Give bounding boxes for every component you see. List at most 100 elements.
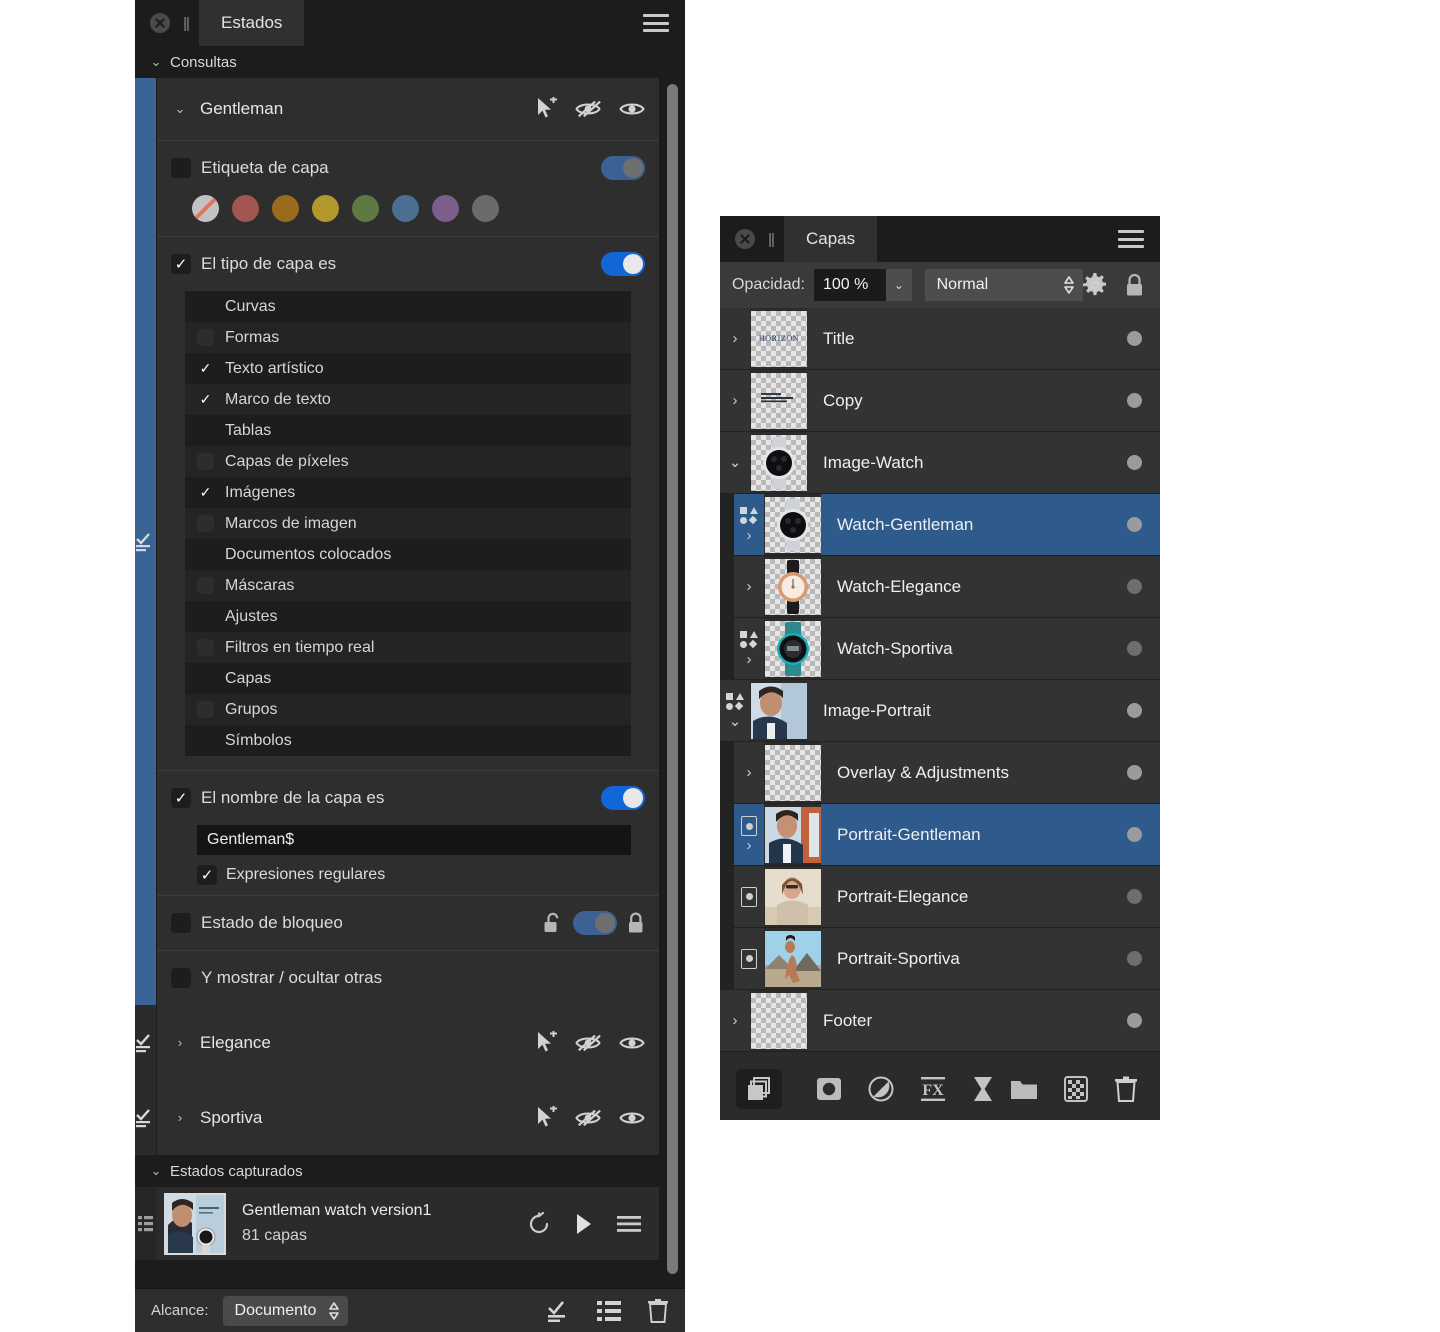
layer-visibility-toggle[interactable]	[1127, 951, 1142, 966]
layer-type-item-checkbox[interactable]	[197, 577, 214, 594]
apply-query-icon[interactable]	[547, 1300, 571, 1322]
drag-grip-icon[interactable]: ||	[179, 15, 193, 32]
swatch-orange[interactable]	[272, 195, 299, 222]
layer-type-item-checkbox[interactable]	[197, 360, 214, 377]
lock-icon[interactable]	[627, 912, 645, 934]
blend-mode-dropdown[interactable]: Normal	[924, 269, 1083, 301]
layer-type-item[interactable]: Marco de texto	[185, 384, 631, 415]
layer-row[interactable]: Portrait-Elegance	[720, 866, 1160, 928]
layer-visibility-toggle[interactable]	[1127, 765, 1142, 780]
chevron-down-icon[interactable]: ⌄	[886, 269, 912, 301]
layer-row[interactable]: ⌄ Image-Portrait	[720, 680, 1160, 742]
layer-type-item-checkbox[interactable]	[197, 515, 214, 532]
layer-visibility-toggle[interactable]	[1127, 455, 1142, 470]
layer-gutter[interactable]: ›	[734, 742, 764, 803]
layers-stack-icon[interactable]	[736, 1069, 782, 1109]
chevron-right-icon[interactable]: ›	[747, 528, 752, 543]
layer-visibility-toggle[interactable]	[1127, 331, 1142, 346]
unlock-icon[interactable]	[543, 912, 563, 934]
layer-type-item[interactable]: Máscaras	[185, 570, 631, 601]
query-sportiva-rail[interactable]	[135, 1080, 156, 1155]
layer-type-toggle[interactable]	[601, 252, 645, 276]
layer-row[interactable]: › Watch-Sportiva	[720, 618, 1160, 680]
layer-row[interactable]: › Copy	[720, 370, 1160, 432]
layer-visibility-toggle[interactable]	[1127, 827, 1142, 842]
layer-name[interactable]: Watch-Sportiva	[821, 618, 1160, 679]
lock-state-toggle[interactable]	[573, 911, 617, 935]
hamburger-menu-icon[interactable]	[643, 14, 669, 32]
layer-type-item[interactable]: Curvas	[185, 291, 631, 322]
layer-gutter[interactable]: ›	[720, 990, 750, 1051]
layer-name[interactable]: Portrait-Elegance	[821, 866, 1160, 927]
swatch-purple[interactable]	[432, 195, 459, 222]
close-icon[interactable]	[735, 229, 755, 249]
layer-type-item-checkbox[interactable]	[197, 639, 214, 656]
layer-gutter[interactable]	[734, 866, 764, 927]
swatch-green[interactable]	[352, 195, 379, 222]
layer-type-item-checkbox[interactable]	[197, 546, 214, 563]
apply-query-icon[interactable]	[135, 532, 157, 552]
query-elegance-header[interactable]: › Elegance	[157, 1005, 659, 1080]
live-filter-icon[interactable]	[972, 1076, 994, 1102]
layer-type-item-checkbox[interactable]	[197, 391, 214, 408]
hamburger-menu-icon[interactable]	[1118, 230, 1144, 248]
layer-type-item-checkbox[interactable]	[197, 453, 214, 470]
layer-row[interactable]: Portrait-Sportiva	[720, 928, 1160, 990]
layer-row[interactable]: › Watch-Gentleman	[720, 494, 1160, 556]
layer-visibility-toggle[interactable]	[1127, 641, 1142, 656]
layer-row[interactable]: ⌄ Image-Watch	[720, 432, 1160, 494]
criterion-show-hide-others-row[interactable]: Y mostrar / ocultar otras	[171, 951, 645, 1005]
layer-type-item-checkbox[interactable]	[197, 701, 214, 718]
new-group-icon[interactable]	[1010, 1077, 1038, 1101]
show-hide-others-checkbox[interactable]	[171, 968, 191, 988]
chevron-right-icon[interactable]: ›	[173, 1035, 187, 1050]
layer-gutter[interactable]: ›	[720, 370, 750, 431]
chevron-down-icon[interactable]: ⌄	[173, 101, 187, 117]
scope-dropdown[interactable]: Documento	[222, 1295, 349, 1326]
layer-gutter[interactable]: ⌄	[720, 680, 750, 741]
select-cursor-plus-icon[interactable]	[535, 1030, 557, 1055]
chevron-down-icon[interactable]: ⌄	[729, 714, 742, 729]
layer-row[interactable]: › Footer	[720, 990, 1160, 1052]
layer-visibility-toggle[interactable]	[1127, 1013, 1142, 1028]
tab-estados[interactable]: Estados	[199, 0, 305, 46]
layer-type-item[interactable]: Marcos de imagen	[185, 508, 631, 539]
layer-name[interactable]: Title	[807, 308, 1160, 369]
query-sportiva-header[interactable]: › Sportiva	[157, 1080, 659, 1155]
layer-type-item-checkbox[interactable]	[197, 608, 214, 625]
list-view-icon[interactable]	[597, 1300, 621, 1322]
layer-type-checkbox[interactable]	[171, 254, 191, 274]
query-gentleman-header[interactable]: ⌄ Gentleman	[157, 78, 659, 141]
gear-icon[interactable]	[1083, 273, 1107, 297]
query-elegance-rail[interactable]	[135, 1005, 156, 1080]
consultas-section-header[interactable]: ⌄ Consultas	[135, 46, 685, 78]
chevron-right-icon[interactable]: ›	[173, 1110, 187, 1125]
layer-type-item[interactable]: Símbolos	[185, 725, 631, 756]
layer-type-item[interactable]: Grupos	[185, 694, 631, 725]
chevron-right-icon[interactable]: ›	[747, 652, 752, 667]
chevron-right-icon[interactable]: ›	[747, 579, 752, 594]
layer-name-input[interactable]: Gentleman$	[197, 825, 631, 855]
lock-state-checkbox[interactable]	[171, 913, 191, 933]
layer-gutter[interactable]: ›	[734, 494, 764, 555]
layer-name[interactable]: Overlay & Adjustments	[821, 742, 1160, 803]
layer-type-item[interactable]: Filtros en tiempo real	[185, 632, 631, 663]
layer-type-item[interactable]: Formas	[185, 322, 631, 353]
layer-gutter[interactable]: ⌄	[720, 432, 750, 493]
state-menu-icon[interactable]	[617, 1215, 641, 1233]
eye-hidden-icon[interactable]	[575, 1108, 601, 1128]
layer-type-item[interactable]: Ajustes	[185, 601, 631, 632]
select-cursor-plus-icon[interactable]	[535, 97, 557, 121]
criterion-layer-name-row[interactable]: El nombre de la capa es	[171, 771, 645, 825]
layer-gutter[interactable]: ›	[720, 308, 750, 369]
close-icon[interactable]	[150, 13, 170, 33]
layer-name[interactable]: Watch-Elegance	[821, 556, 1160, 617]
layer-type-item-checkbox[interactable]	[197, 484, 214, 501]
chevron-right-icon[interactable]: ›	[733, 393, 738, 408]
criterion-lock-state-row[interactable]: Estado de bloqueo	[171, 896, 645, 950]
trash-icon[interactable]	[647, 1298, 669, 1323]
stepper-updown-icon[interactable]	[1063, 274, 1075, 296]
layer-type-item[interactable]: Documentos colocados	[185, 539, 631, 570]
layer-name-toggle[interactable]	[601, 786, 645, 810]
regex-option[interactable]: Expresiones regulares	[171, 855, 645, 895]
